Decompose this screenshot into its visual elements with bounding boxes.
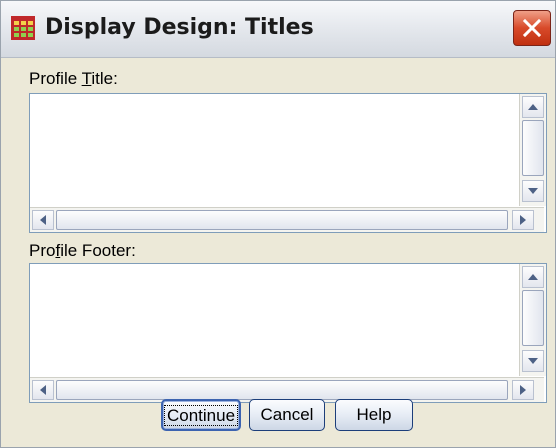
arrow-down-icon (528, 188, 538, 194)
profile-title-label: Profile Title: (29, 69, 118, 88)
help-button[interactable]: Help (335, 399, 413, 431)
arrow-right-icon (520, 215, 526, 225)
arrow-down-icon (528, 358, 538, 364)
arrow-left-icon (40, 385, 46, 395)
profile-footer-textarea[interactable] (29, 263, 547, 403)
accelerator-key: T (81, 69, 92, 88)
arrow-up-icon (528, 274, 538, 280)
scroll-thumb[interactable] (56, 210, 508, 230)
close-button[interactable] (513, 10, 551, 46)
arrow-left-icon (40, 215, 46, 225)
vertical-scrollbar[interactable] (519, 94, 546, 206)
scroll-thumb[interactable] (56, 380, 508, 400)
scroll-left-button[interactable] (32, 380, 54, 400)
close-icon (522, 18, 542, 38)
arrow-right-icon (520, 385, 526, 395)
scroll-thumb[interactable] (522, 290, 544, 346)
table-icon (11, 16, 35, 40)
cancel-button[interactable]: Cancel (249, 399, 325, 431)
horizontal-scrollbar[interactable] (30, 207, 544, 232)
arrow-up-icon (528, 104, 538, 110)
scroll-right-button[interactable] (512, 210, 534, 230)
continue-button[interactable]: Continue (161, 399, 241, 431)
profile-footer-label: Profile Footer: (29, 241, 136, 260)
dialog-window: Display Design: Titles Profile Title: Pr… (0, 0, 556, 448)
profile-title-textarea[interactable] (29, 93, 547, 233)
scroll-up-button[interactable] (522, 96, 544, 118)
scroll-down-button[interactable] (522, 180, 544, 202)
scroll-up-button[interactable] (522, 266, 544, 288)
scroll-right-button[interactable] (512, 380, 534, 400)
scroll-down-button[interactable] (522, 350, 544, 372)
scroll-thumb[interactable] (522, 120, 544, 176)
title-bar[interactable]: Display Design: Titles (1, 1, 555, 58)
window-title: Display Design: Titles (45, 15, 314, 40)
vertical-scrollbar[interactable] (519, 264, 546, 376)
scroll-left-button[interactable] (32, 210, 54, 230)
